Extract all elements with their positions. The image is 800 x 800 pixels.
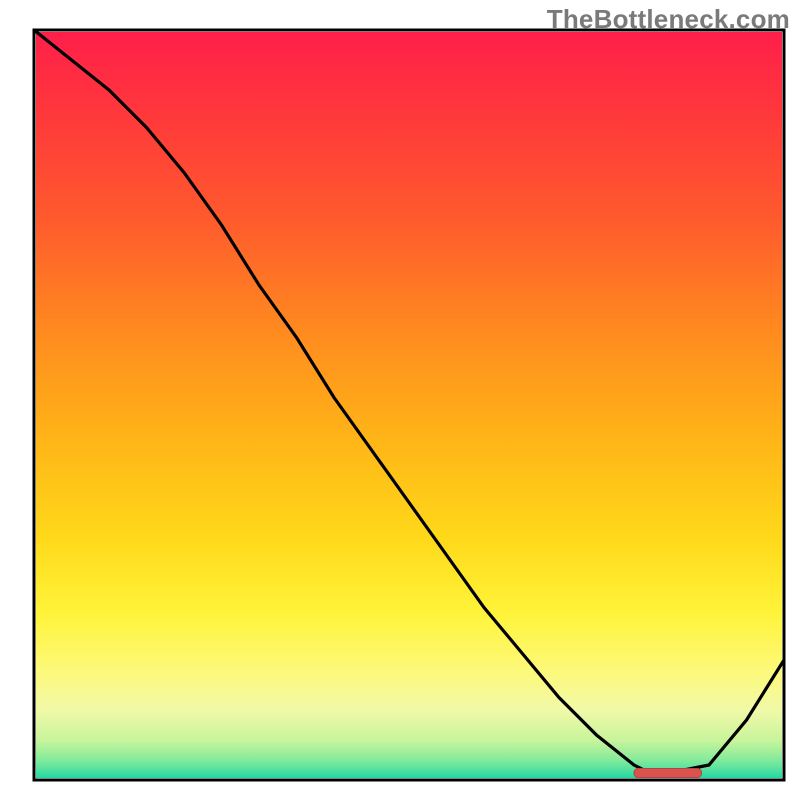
- gradient-background: [36, 32, 782, 778]
- chart-stage: TheBottleneck.com: [0, 0, 800, 800]
- bottleneck-chart: [0, 0, 800, 800]
- optimal-range-marker: [634, 769, 702, 778]
